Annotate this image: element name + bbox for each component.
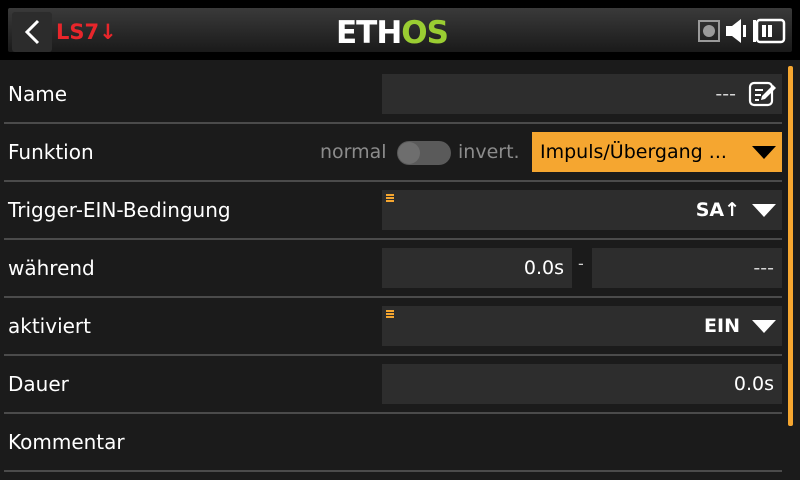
options-menu-icon[interactable] [386, 194, 394, 202]
during-to-field[interactable]: --- [592, 248, 782, 288]
row-activated: aktiviert EIN [0, 298, 782, 356]
chevron-left-icon [22, 18, 42, 46]
speaker-icon[interactable] [724, 18, 748, 48]
name-field[interactable]: --- [382, 74, 782, 114]
trigger-value: SA↑ [695, 199, 740, 221]
row-duration: Dauer 0.0s [0, 356, 782, 414]
switch-name: LS7 [56, 20, 100, 44]
during-label: während [8, 256, 95, 280]
function-label: Funktion [8, 140, 94, 164]
row-during: während 0.0s - --- [0, 240, 782, 298]
logo-text-os: OS [401, 15, 449, 51]
duration-field[interactable]: 0.0s [382, 364, 782, 404]
logic-switch-editor: LS7↓ ETHOS Name --- Funktion normal inve… [0, 0, 800, 480]
row-trigger: Trigger-EIN-Bedingung SA↑ [0, 182, 782, 240]
dropdown-arrow-icon [752, 320, 776, 333]
dropdown-arrow-icon [752, 204, 776, 217]
activated-label: aktiviert [8, 314, 91, 338]
name-label: Name [8, 82, 68, 106]
toggle-normal-label: normal [320, 141, 387, 163]
activated-select[interactable]: EIN [382, 306, 782, 346]
duration-label: Dauer [8, 372, 69, 396]
function-select[interactable]: Impuls/Übergang ... [532, 132, 782, 172]
toggle-invert-label: invert. [458, 141, 520, 163]
ethos-logo: ETHOS [336, 15, 449, 51]
row-divider [4, 470, 782, 472]
toggle-knob [398, 142, 420, 164]
scrollbar[interactable] [788, 66, 793, 426]
row-name: Name --- [0, 66, 782, 124]
trigger-select[interactable]: SA↑ [382, 190, 782, 230]
edit-icon[interactable] [748, 79, 778, 113]
switch-title: LS7↓ [56, 19, 117, 45]
options-menu-icon[interactable] [386, 310, 394, 318]
function-selected-value: Impuls/Übergang ... [540, 141, 727, 163]
activated-value: EIN [704, 315, 740, 337]
sd-card-icon[interactable] [698, 20, 720, 46]
during-to-value: --- [753, 257, 774, 279]
trigger-label: Trigger-EIN-Bedingung [8, 198, 231, 222]
battery-icon[interactable] [752, 18, 786, 48]
duration-value: 0.0s [733, 373, 774, 395]
back-button[interactable] [12, 12, 52, 52]
invert-toggle[interactable] [397, 141, 451, 165]
logo-text-eth: ETH [336, 15, 402, 51]
header-bar: LS7↓ ETHOS [0, 0, 800, 60]
dropdown-arrow-icon [752, 146, 776, 159]
name-value: --- [715, 83, 736, 105]
switch-arrow: ↓ [99, 20, 117, 44]
status-icons [698, 18, 786, 48]
row-comment[interactable]: Kommentar [0, 414, 782, 472]
during-from-value: 0.0s [523, 257, 564, 279]
during-from-field[interactable]: 0.0s [382, 248, 572, 288]
range-separator: - [578, 254, 584, 273]
row-function: Funktion normal invert. Impuls/Übergang … [0, 124, 782, 182]
comment-label: Kommentar [8, 430, 125, 454]
